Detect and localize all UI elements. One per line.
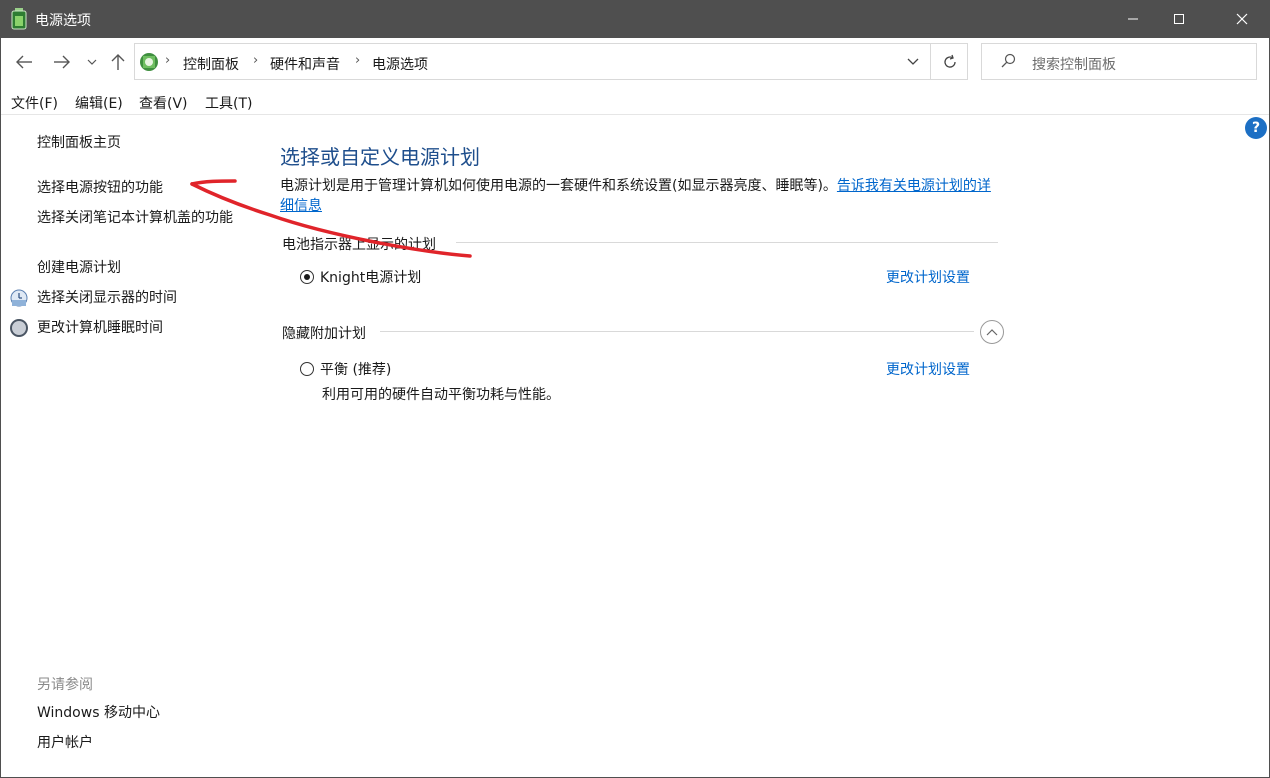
plan-balanced-change-settings-link[interactable]: 更改计划设置 (886, 359, 970, 379)
chevron-down-icon (87, 59, 97, 65)
menu-edit[interactable]: 编辑(E) (75, 93, 123, 113)
forward-button[interactable] (50, 50, 74, 74)
back-button[interactable] (12, 50, 36, 74)
plan-balanced-radio[interactable] (300, 362, 314, 376)
breadcrumb-separator-icon: › (253, 53, 259, 68)
menu-view[interactable]: 查看(V) (139, 93, 188, 113)
sleep-moon-icon (9, 318, 29, 338)
breadcrumb-control-panel[interactable]: 控制面板 (183, 54, 239, 74)
chevron-up-icon (986, 328, 998, 335)
see-also-label: 另请参阅 (37, 677, 93, 693)
search-icon (1000, 53, 1016, 73)
battery-icon (11, 8, 27, 30)
search-placeholder: 搜索控制面板 (1032, 57, 1116, 73)
search-box[interactable]: 搜索控制面板 (981, 43, 1257, 80)
section-divider (456, 242, 998, 243)
red-annotation-arrow (190, 179, 472, 258)
breadcrumb-power-options[interactable]: 电源选项 (372, 54, 428, 74)
menu-file[interactable]: 文件(F) (11, 93, 58, 113)
plan-knight-name[interactable]: Knight电源计划 (320, 267, 421, 287)
display-timer-icon (9, 288, 29, 308)
arrow-right-icon (54, 55, 70, 69)
section-divider (380, 331, 974, 332)
breadcrumb-hardware-sound[interactable]: 硬件和声音 (270, 54, 340, 74)
battery-plans-section-label: 电池指示器上显示的计划 (282, 237, 436, 253)
plan-knight-radio[interactable] (300, 270, 314, 284)
collapse-hidden-plans-button[interactable] (980, 320, 1004, 344)
sidebar-link-sleep[interactable]: 更改计算机睡眠时间 (37, 317, 163, 339)
help-icon[interactable]: ? (1245, 117, 1267, 139)
title-bar: 电源选项 (0, 0, 1270, 38)
minimize-button[interactable] (1110, 0, 1156, 38)
page-heading: 选择或自定义电源计划 (280, 145, 480, 169)
sidebar-link-power-button[interactable]: 选择电源按钮的功能 (37, 177, 163, 199)
breadcrumb-separator-icon: › (355, 53, 361, 68)
refresh-button[interactable] (930, 44, 968, 79)
control-panel-icon (138, 51, 160, 73)
menu-tools[interactable]: 工具(T) (205, 93, 252, 113)
sidebar-link-create-plan[interactable]: 创建电源计划 (37, 257, 121, 279)
window-title: 电源选项 (35, 13, 91, 29)
sidebar-link-lid-close[interactable]: 选择关闭笔记本计算机盖的功能 (37, 207, 242, 229)
breadcrumb-separator-icon: › (165, 53, 171, 68)
hidden-plans-section-label: 隐藏附加计划 (282, 326, 366, 342)
address-bar[interactable]: › 控制面板 › 硬件和声音 › 电源选项 (134, 43, 968, 80)
menu-bar: 文件(F) 编辑(E) 查看(V) 工具(T) (0, 88, 1270, 115)
description-text: 电源计划是用于管理计算机如何使用电源的一套硬件和系统设置(如显示器亮度、睡眠等)… (280, 178, 837, 194)
window-frame (0, 38, 1270, 778)
chevron-down-icon (907, 58, 919, 65)
see-also-user-accounts-link[interactable]: 用户帐户 (37, 732, 93, 754)
page-description: 电源计划是用于管理计算机如何使用电源的一套硬件和系统设置(如显示器亮度、睡眠等)… (280, 176, 1000, 216)
recent-locations-button[interactable] (82, 50, 102, 74)
plan-knight-change-settings-link[interactable]: 更改计划设置 (886, 267, 970, 287)
maximize-button[interactable] (1156, 0, 1202, 38)
see-also-mobility-center-link[interactable]: Windows 移动中心 (37, 702, 160, 724)
refresh-icon (943, 54, 956, 68)
sidebar-link-display-off[interactable]: 选择关闭显示器的时间 (37, 287, 177, 309)
plan-balanced-name[interactable]: 平衡 (推荐) (320, 359, 391, 379)
close-button[interactable] (1214, 0, 1270, 38)
control-panel-home-link[interactable]: 控制面板主页 (37, 132, 121, 154)
arrow-left-icon (16, 55, 32, 69)
navigation-bar: › 控制面板 › 硬件和声音 › 电源选项 搜索控制面板 (0, 38, 1270, 88)
address-dropdown-button[interactable] (897, 44, 929, 79)
arrow-up-icon (111, 54, 125, 70)
up-button[interactable] (106, 50, 130, 74)
plan-balanced-description: 利用可用的硬件自动平衡功耗与性能。 (322, 387, 560, 403)
